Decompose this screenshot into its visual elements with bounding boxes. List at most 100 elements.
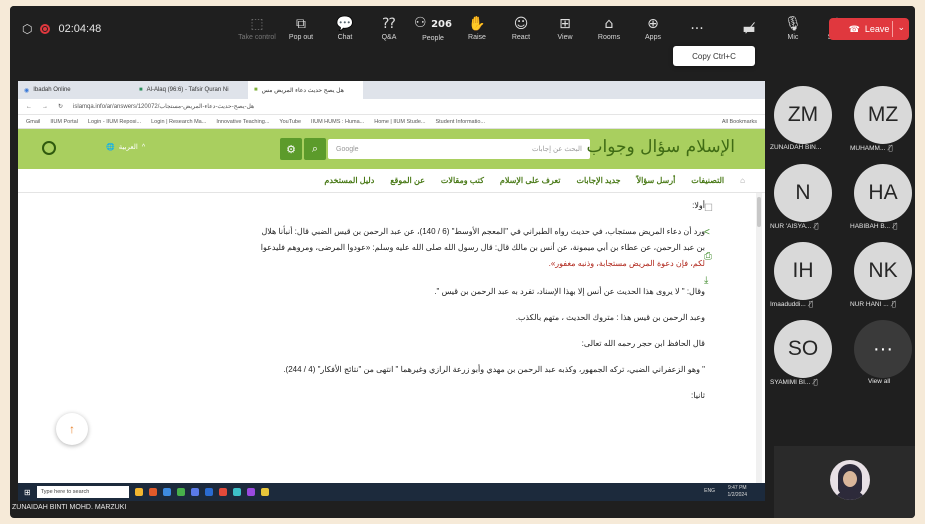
participant-avatar[interactable]: IH bbox=[774, 242, 832, 300]
taskbar-app-icon[interactable] bbox=[134, 488, 143, 496]
url-text[interactable]: islamqa.info/ar/answers/120072/هل-يصح-حد… bbox=[73, 103, 254, 110]
taskbar-app-icon[interactable] bbox=[218, 488, 227, 496]
participant-name: ZUNAIDAH BIN... bbox=[770, 144, 822, 151]
scroll-top-button[interactable]: ↑ bbox=[56, 413, 88, 445]
meeting-timer: 02:04:48 bbox=[58, 23, 102, 35]
mic-button[interactable]: 🎙 Mic bbox=[771, 6, 815, 52]
apps-button[interactable]: ⊕ Apps bbox=[631, 6, 675, 52]
browser-tab[interactable]: ◉ Ibadah Online bbox=[18, 81, 133, 99]
taskbar-search[interactable]: Type here to search bbox=[36, 486, 129, 498]
address-bar[interactable]: ← → ↻ islamqa.info/ar/answers/120072/هل-… bbox=[18, 99, 765, 115]
people-button[interactable]: ⚇ 206 People bbox=[411, 6, 455, 52]
bookmark-item[interactable]: Innovative Teaching... bbox=[216, 119, 269, 125]
browser-tabs: ◉ Ibadah Online ■ Al-Alaq (96:6) - Tafsir … bbox=[18, 81, 765, 99]
participant-name: SYAMIMI BI... 🎙̸ bbox=[770, 378, 818, 386]
participant-avatar[interactable]: ZM bbox=[774, 86, 832, 144]
toolbar-buttons: ⬚ Take control ⧉ Pop out 💬 Chat ⁇ Q&A ⚇ 206 P… bbox=[235, 6, 859, 52]
search-button[interactable]: ⌕ bbox=[304, 138, 326, 160]
article-line: وقال: " لا يروى هذا الحديث عن أنس إلا به… bbox=[434, 287, 705, 296]
bookmark-item[interactable]: Login | Research Ma... bbox=[151, 119, 206, 125]
browser-tab-active[interactable]: ■ هل يصح حديث دعاء المريض مس bbox=[248, 81, 363, 99]
nav-item-new-answers[interactable]: جديد الإجابات bbox=[576, 176, 620, 185]
self-name: ZUNAIDAH BINTI MOHD. MARZUKI bbox=[12, 504, 127, 511]
qa-button[interactable]: ⁇ Q&A bbox=[367, 6, 411, 52]
more-icon: ··· bbox=[690, 21, 704, 37]
view-all-label[interactable]: View all bbox=[868, 378, 890, 385]
download-icon[interactable]: ⤓ bbox=[704, 275, 708, 286]
react-button[interactable]: ☺ React bbox=[499, 6, 543, 52]
article-line: " وهو الزعفراني الضبي، تركه الجمهور، وكذ… bbox=[283, 365, 705, 374]
chat-button[interactable]: 💬 Chat bbox=[323, 6, 367, 52]
taskbar-app-icon[interactable] bbox=[260, 488, 269, 496]
back-icon[interactable]: ← bbox=[26, 104, 32, 110]
participant-avatar[interactable]: SO bbox=[774, 320, 832, 378]
taskbar-app-icon[interactable] bbox=[204, 488, 213, 496]
meeting-toolbar: ⬡ 02:04:48 ⬚ Take control ⧉ Pop out 💬 Chat … bbox=[10, 6, 915, 52]
participant-avatar[interactable]: HA bbox=[854, 164, 912, 222]
bookmark-item[interactable]: Login - IIUM Reposi... bbox=[88, 119, 141, 125]
raise-hand-button[interactable]: ✋ Raise bbox=[455, 6, 499, 52]
settings-button[interactable]: ⚙ bbox=[280, 138, 302, 160]
user-icon[interactable] bbox=[42, 141, 56, 155]
bookmark-item[interactable]: Home | IIUM Stude... bbox=[374, 119, 425, 125]
page-scrollbar[interactable] bbox=[756, 193, 762, 483]
bookmark-item[interactable]: All Bookmarks bbox=[722, 119, 757, 125]
arrow-up-icon: ↑ bbox=[69, 422, 75, 436]
taskbar-app-icon[interactable] bbox=[176, 488, 185, 496]
nav-item-ask[interactable]: أرسل سؤالاً bbox=[637, 176, 676, 185]
mic-muted-icon: 🎙̸ bbox=[888, 144, 893, 152]
bookmark-item[interactable]: YouTube bbox=[279, 119, 301, 125]
camera-off-icon: ▬̸ bbox=[742, 21, 756, 37]
bookmark-item[interactable]: Gmail bbox=[26, 119, 40, 125]
view-all-button[interactable]: ··· bbox=[854, 320, 912, 378]
taskbar-app-icon[interactable] bbox=[148, 488, 157, 496]
taskbar-app-icon[interactable] bbox=[246, 488, 255, 496]
article-body: أولا: ورد أن دعاء المريض مستجاب، في حديث… bbox=[18, 193, 765, 483]
taskbar-app-icon[interactable] bbox=[190, 488, 199, 496]
taskbar-app-icon[interactable] bbox=[162, 488, 171, 496]
bookmark-icon[interactable]: ☐ bbox=[704, 203, 713, 214]
home-icon[interactable]: ⌂ bbox=[740, 176, 745, 185]
pop-out-button[interactable]: ⧉ Pop out bbox=[279, 6, 323, 52]
recording-icon[interactable] bbox=[40, 24, 51, 34]
nav-item-categories[interactable]: التصنيفات bbox=[691, 176, 724, 185]
forward-icon[interactable]: → bbox=[42, 104, 48, 110]
browser-tab[interactable]: ■ Al-Alaq (96:6) - Tafsir Quran Ni bbox=[133, 81, 248, 99]
chevron-down-icon[interactable]: ⌄ bbox=[897, 22, 905, 33]
participant-avatar[interactable]: N bbox=[774, 164, 832, 222]
take-control-button[interactable]: ⬚ Take control bbox=[235, 6, 279, 52]
bookmark-item[interactable]: Student Informatio... bbox=[435, 119, 485, 125]
search-input[interactable]: Google البحث عن إجابات bbox=[328, 139, 590, 159]
share-link-icon[interactable]: < bbox=[704, 227, 710, 238]
leave-button[interactable]: ☎ Leave ⌄ bbox=[829, 18, 909, 40]
windows-start-icon[interactable]: ⊞ bbox=[24, 488, 31, 497]
print-icon[interactable]: ⎙ bbox=[704, 251, 712, 262]
nav-item-user-guide[interactable]: دليل المستخدم bbox=[324, 176, 374, 185]
bookmark-item[interactable]: IIUM HUMS : Huma... bbox=[311, 119, 364, 125]
meeting-info: ⬡ 02:04:48 bbox=[10, 22, 225, 36]
view-button[interactable]: ⊞ View bbox=[543, 6, 587, 52]
language-selector[interactable]: 🌐 العربية ^ bbox=[106, 143, 145, 152]
shield-icon[interactable]: ⬡ bbox=[22, 22, 32, 36]
nav-item-about-islam[interactable]: تعرف على الإسلام bbox=[500, 176, 561, 185]
taskbar-lang[interactable]: ENG bbox=[704, 488, 715, 494]
taskbar-clock[interactable]: 9:47 PM 1/2/2024 bbox=[728, 485, 747, 499]
search-icon: ⌕ bbox=[311, 142, 319, 155]
nav-item-books[interactable]: كتب ومقالات bbox=[441, 176, 484, 185]
nav-item-about-site[interactable]: عن الموقع bbox=[390, 176, 425, 185]
taskbar-app-icon[interactable] bbox=[232, 488, 241, 496]
bookmark-item[interactable]: IIUM Portal bbox=[50, 119, 78, 125]
copy-tooltip: Copy Ctrl+C bbox=[673, 46, 755, 66]
rooms-button[interactable]: ⌂ Rooms bbox=[587, 6, 631, 52]
zoom-window: ⬡ 02:04:48 ⬚ Take control ⧉ Pop out 💬 Chat … bbox=[10, 6, 915, 518]
site-header: 🌐 العربية ^ ⚙ ⌕ Google البحث عن إجابات الإ… bbox=[18, 129, 765, 169]
reload-icon[interactable]: ↻ bbox=[58, 103, 63, 110]
phone-icon: ☎ bbox=[848, 23, 860, 34]
shared-screen: ◉ Ibadah Online ■ Al-Alaq (96:6) - Tafsir … bbox=[18, 81, 765, 501]
tab-favicon-icon: ■ bbox=[139, 87, 143, 93]
participant-name: Imaaduddi... 🎙̸ bbox=[770, 300, 813, 308]
participant-avatar[interactable]: NK bbox=[854, 242, 912, 300]
site-logo[interactable]: الإسلام سؤال وجواب bbox=[587, 137, 735, 157]
self-video[interactable] bbox=[774, 446, 915, 518]
participant-avatar[interactable]: MZ bbox=[854, 86, 912, 144]
